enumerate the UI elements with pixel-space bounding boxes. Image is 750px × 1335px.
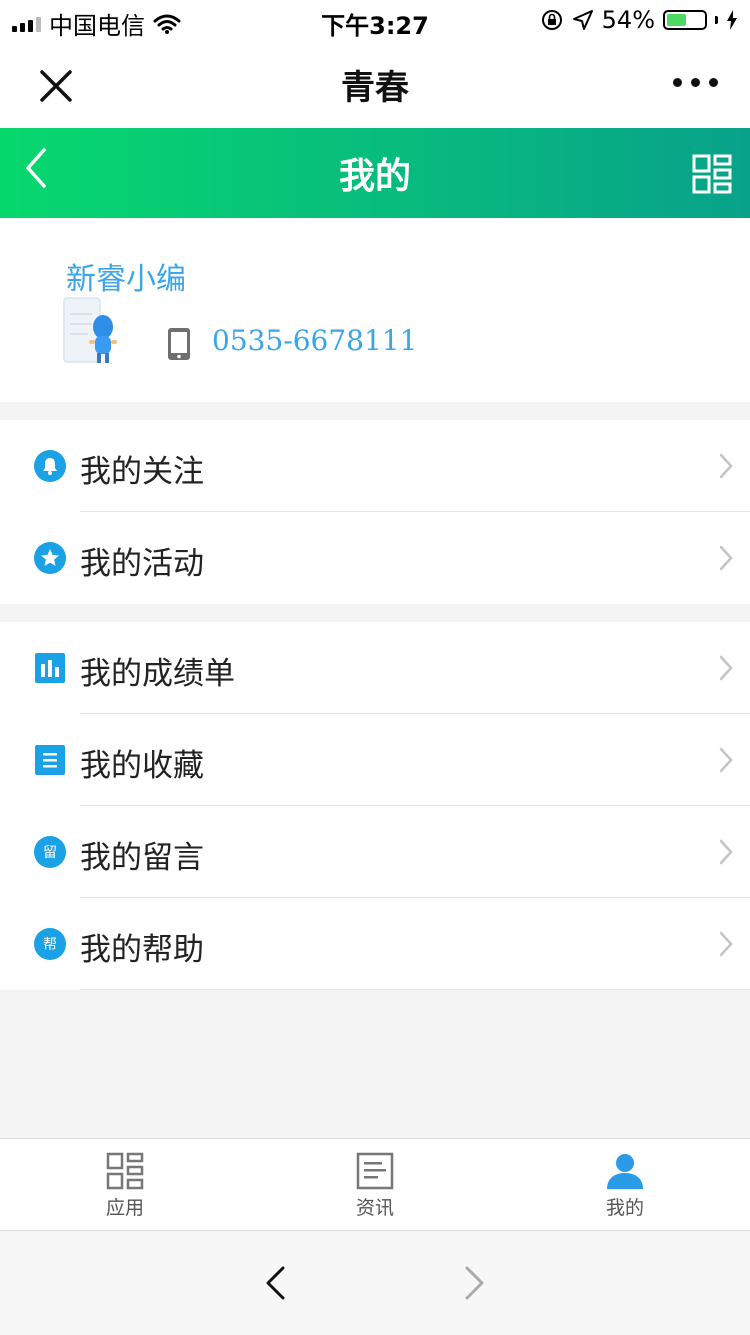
menu-item-transcript[interactable]: 我的成绩单 (0, 622, 750, 714)
menu-group-follow: 我的关注 我的活动 (0, 420, 750, 604)
browser-toolbar (0, 1230, 750, 1335)
tab-bar: 应用 资讯 我的 (0, 1138, 750, 1231)
list-icon (35, 745, 65, 775)
menu-group-records: 我的成绩单 我的收藏 留 我的留言 帮 我的帮助 (0, 622, 750, 990)
grid-icon (106, 1152, 144, 1190)
battery-icon (663, 10, 707, 30)
battery-cap (715, 16, 718, 24)
chevron-right-icon (719, 839, 733, 865)
news-icon (356, 1152, 394, 1190)
menu-item-label: 我的活动 (80, 546, 204, 582)
tab-news[interactable]: 资讯 (250, 1139, 500, 1231)
tab-label: 应用 (105, 1197, 144, 1219)
profile-card: 新睿小编 0535-6678111 (0, 218, 750, 402)
message-badge-icon: 留 (34, 836, 66, 868)
tab-label: 我的 (605, 1197, 644, 1219)
menu-item-favorites[interactable]: 我的收藏 (0, 714, 750, 806)
profile-name: 新睿小编 (66, 262, 186, 297)
grid-icon[interactable] (692, 154, 732, 194)
more-dots-icon[interactable] (673, 78, 718, 87)
row-divider (80, 989, 750, 990)
chevron-left-icon[interactable] (264, 1265, 286, 1301)
menu-item-label: 我的留言 (80, 840, 204, 876)
status-bar: 中国电信 下午3:27 54% (0, 0, 750, 40)
chevron-right-icon (719, 655, 733, 681)
status-right: 54% (540, 6, 738, 34)
app-header: 我的 (0, 128, 750, 218)
tab-mine[interactable]: 我的 (500, 1139, 750, 1231)
menu-item-label: 我的成绩单 (80, 656, 235, 692)
help-badge-icon: 帮 (34, 928, 66, 960)
wechat-nav-bar: 青春 (0, 40, 750, 128)
chevron-left-icon[interactable] (20, 146, 52, 190)
chevron-right-icon[interactable] (464, 1265, 486, 1301)
message-badge-text: 留 (43, 845, 57, 861)
battery-percent: 54% (601, 6, 655, 34)
bar-chart-icon (35, 653, 65, 683)
menu-item-follow[interactable]: 我的关注 (0, 420, 750, 512)
avatar-illustration-icon (63, 297, 117, 363)
help-badge-text: 帮 (43, 937, 57, 953)
menu-item-activity[interactable]: 我的活动 (0, 512, 750, 604)
tab-apps[interactable]: 应用 (0, 1139, 250, 1231)
menu-item-label: 我的收藏 (80, 748, 204, 784)
wechat-title: 青春 (341, 67, 409, 108)
page-title: 我的 (338, 156, 411, 197)
chevron-right-icon (719, 545, 733, 571)
tab-label: 资讯 (355, 1197, 394, 1219)
location-icon (572, 10, 593, 30)
chevron-right-icon (719, 747, 733, 773)
menu-item-label: 我的帮助 (80, 932, 204, 968)
user-icon (607, 1154, 643, 1189)
rotation-lock-icon (541, 10, 562, 30)
chevron-right-icon (719, 931, 733, 957)
menu-item-messages[interactable]: 留 我的留言 (0, 806, 750, 898)
phone-icon (168, 328, 190, 360)
menu-item-label: 我的关注 (80, 454, 204, 490)
close-icon[interactable] (36, 66, 76, 106)
chevron-right-icon (719, 453, 733, 479)
star-icon (34, 542, 66, 574)
bell-icon (34, 450, 66, 482)
charging-icon (727, 10, 737, 30)
profile-phone[interactable]: 0535-6678111 (212, 324, 417, 357)
menu-item-help[interactable]: 帮 我的帮助 (0, 898, 750, 990)
